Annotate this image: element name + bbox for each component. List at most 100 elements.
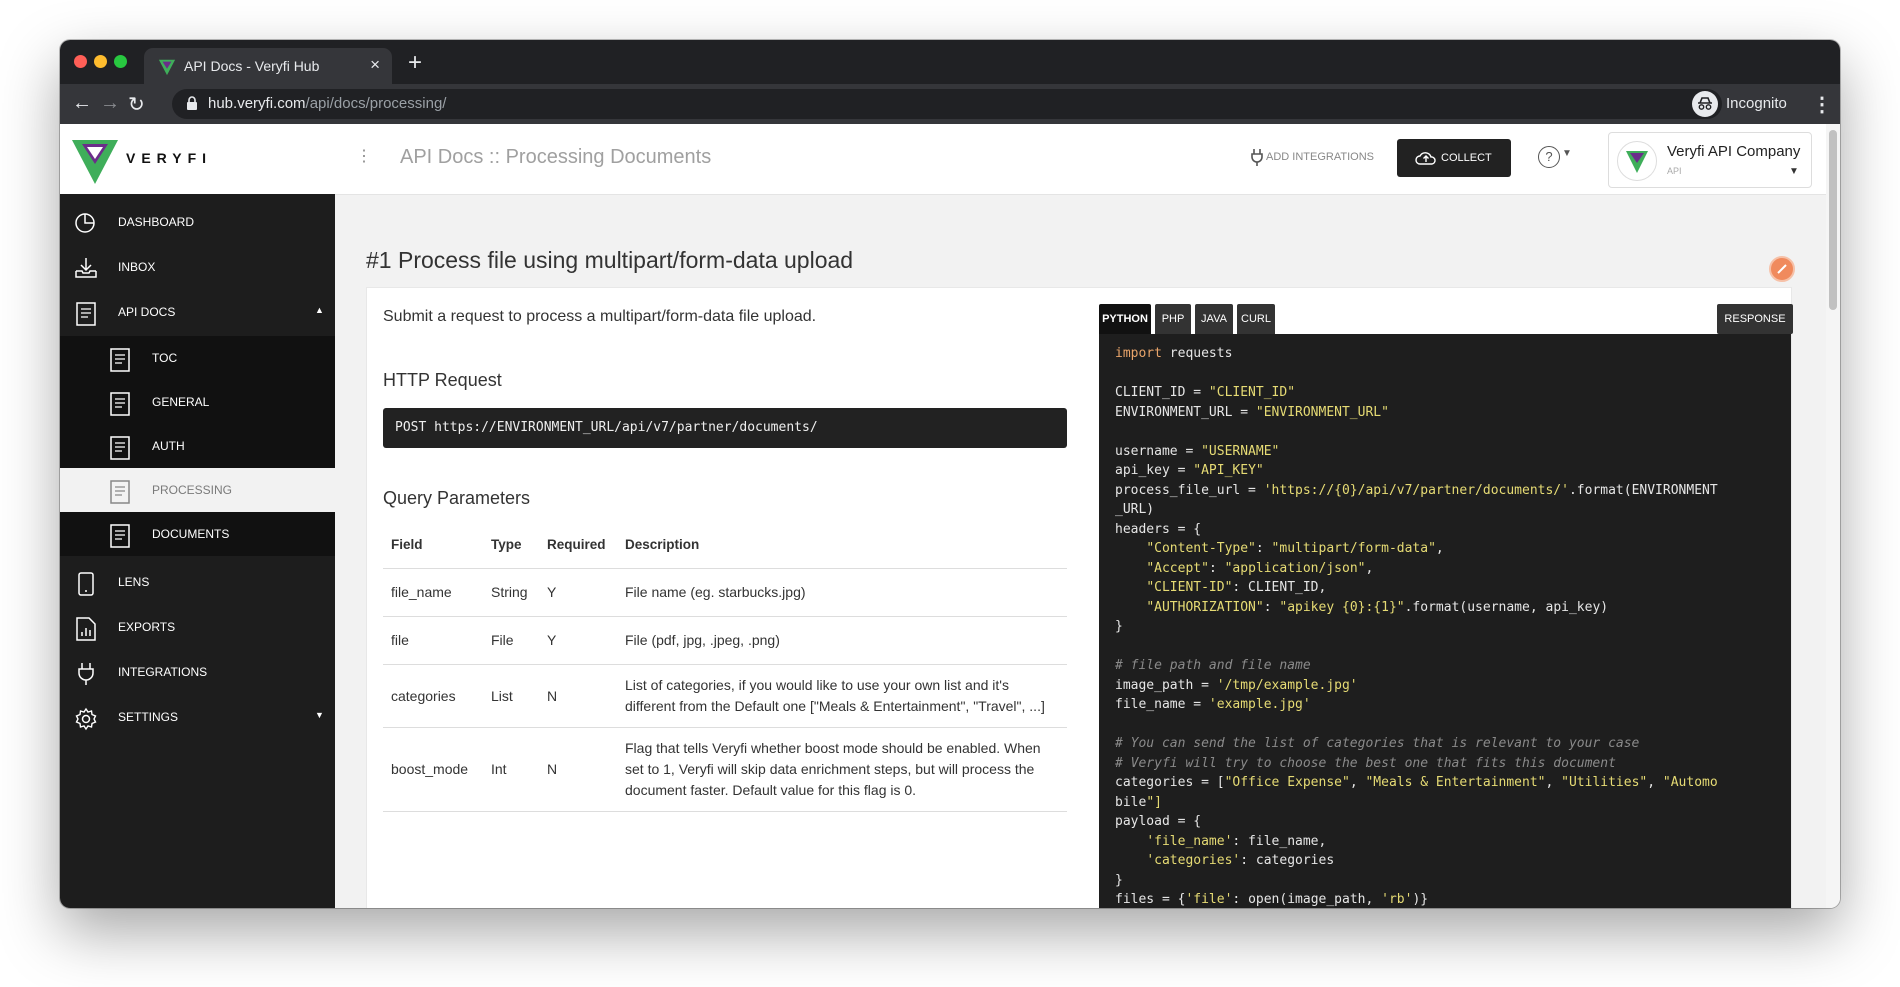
table-cell: String	[483, 568, 539, 617]
browser-window: API Docs - Veryfi Hub × + ← → ↻ hub.very…	[60, 40, 1840, 908]
query-parameters-table: Field Type Required Description file_nam…	[383, 520, 1067, 812]
sidebar-item-dashboard[interactable]: DASHBOARD	[60, 200, 335, 244]
tab-java[interactable]: JAVA	[1195, 304, 1233, 334]
app-header: VERYFI ⋮ API Docs :: Processing Document…	[60, 124, 1826, 195]
close-window-button[interactable]	[74, 55, 87, 68]
page-title: API Docs :: Processing Documents	[400, 146, 712, 168]
maximize-window-button[interactable]	[114, 55, 127, 68]
sidebar-item-integrations[interactable]: INTEGRATIONS	[60, 650, 335, 694]
section-title: #1 Process file using multipart/form-dat…	[366, 247, 854, 273]
column-header: Type	[483, 520, 539, 569]
forward-icon[interactable]: →	[100, 92, 120, 115]
chart-pie-icon	[75, 213, 95, 233]
tab-python[interactable]: PYTHON	[1099, 304, 1151, 334]
code-text: import requests CLIENT_ID = "CLIENT_ID" …	[1115, 346, 1718, 907]
browser-menu-icon[interactable]: ⋮	[1812, 92, 1832, 117]
tab-close-icon[interactable]: ×	[370, 55, 380, 75]
lock-icon	[187, 96, 197, 110]
tab-php[interactable]: PHP	[1155, 304, 1191, 334]
company-switcher[interactable]: Veryfi API Company API ▼	[1608, 132, 1812, 188]
page-scrollbar[interactable]	[1826, 124, 1840, 908]
http-request-heading: HTTP Request	[383, 370, 502, 390]
minimize-window-button[interactable]	[94, 55, 107, 68]
document-icon	[110, 436, 130, 460]
document-icon	[110, 348, 130, 372]
company-subtitle: API	[1667, 166, 1682, 176]
table-cell: File name (eg. starbucks.jpg)	[617, 568, 1067, 617]
sidebar-item-inbox[interactable]: INBOX	[60, 245, 335, 289]
browser-tab[interactable]: API Docs - Veryfi Hub ×	[144, 48, 392, 84]
veryfi-favicon-icon	[158, 59, 176, 76]
sidebar-item-api-docs[interactable]: API DOCS ▲	[60, 290, 335, 334]
sidebar: DASHBOARD INBOX API DOCS ▲ TOC GENERAL A…	[60, 194, 335, 908]
column-header: Required	[539, 520, 617, 569]
chevron-down-icon: ▼	[1789, 166, 1799, 177]
inbox-download-icon	[75, 258, 97, 278]
sidebar-item-settings[interactable]: SETTINGS ▼	[60, 695, 335, 739]
table-header-row: Field Type Required Description	[383, 520, 1067, 569]
column-header: Field	[383, 520, 483, 569]
sidebar-item-exports[interactable]: EXPORTS	[60, 605, 335, 649]
sidebar-item-lens[interactable]: LENS	[60, 560, 335, 604]
endpoint-description: Submit a request to process a multipart/…	[383, 308, 817, 325]
sidebar-item-general[interactable]: GENERAL	[60, 380, 335, 424]
url-text: hub.veryfi.com/api/docs/processing/	[208, 95, 447, 112]
document-icon	[76, 302, 96, 326]
document-icon	[110, 524, 130, 548]
sidebar-item-documents[interactable]: DOCUMENTS	[60, 512, 335, 556]
tab-curl[interactable]: CURL	[1237, 304, 1275, 334]
table-cell: file	[383, 616, 483, 665]
scrollbar-thumb[interactable]	[1829, 130, 1837, 310]
gear-icon	[75, 707, 97, 731]
table-row: categories List N List of categories, if…	[383, 664, 1067, 728]
phone-icon	[78, 572, 94, 596]
table-row: boost_mode Int N Flag that tells Veryfi …	[383, 727, 1067, 812]
collect-button[interactable]: COLLECT	[1397, 139, 1511, 177]
address-bar[interactable]: hub.veryfi.com/api/docs/processing/ ☆	[172, 89, 1722, 119]
table-cell: Flag that tells Veryfi whether boost mod…	[617, 727, 1067, 812]
back-icon[interactable]: ←	[72, 92, 92, 115]
response-button[interactable]: RESPONSE	[1717, 304, 1793, 334]
incognito-label: Incognito	[1726, 95, 1787, 112]
table-row: file File Y File (pdf, jpg, .jpeg, .png)	[383, 616, 1067, 665]
table-cell: Int	[483, 727, 539, 812]
veryfi-logo-icon[interactable]	[70, 136, 120, 186]
document-icon	[110, 392, 130, 416]
add-integrations-button[interactable]: ADD INTEGRATIONS	[1250, 148, 1374, 166]
api-doc-card: Submit a request to process a multipart/…	[366, 287, 1793, 908]
query-parameters-heading: Query Parameters	[383, 488, 531, 508]
plug-icon	[78, 663, 94, 685]
new-tab-icon[interactable]: +	[408, 49, 422, 77]
sidebar-item-auth[interactable]: AUTH	[60, 424, 335, 468]
web-page: VERYFI ⋮ API Docs :: Processing Document…	[60, 124, 1826, 908]
table-cell: N	[539, 727, 617, 812]
table-cell: boost_mode	[383, 727, 483, 812]
chevron-down-icon: ▼	[315, 710, 324, 720]
tab-title: API Docs - Veryfi Hub	[184, 58, 320, 74]
endpoint-code-block: POST https://ENVIRONMENT_URL/api/v7/part…	[383, 408, 1067, 448]
document-icon	[110, 480, 130, 504]
incognito-icon[interactable]	[1692, 91, 1718, 117]
plug-icon	[1251, 149, 1263, 166]
table-cell: File (pdf, jpg, .jpeg, .png)	[617, 616, 1067, 665]
table-cell: File	[483, 616, 539, 665]
help-icon[interactable]: ?	[1538, 146, 1560, 168]
sidebar-item-processing[interactable]: PROCESSING	[60, 468, 335, 512]
table-cell: Y	[539, 616, 617, 665]
table-row: file_name String Y File name (eg. starbu…	[383, 568, 1067, 617]
pencil-edit-icon[interactable]	[1769, 256, 1795, 282]
code-sample: import requests CLIENT_ID = "CLIENT_ID" …	[1099, 334, 1791, 908]
sidebar-item-toc[interactable]: TOC	[60, 336, 335, 380]
table-cell: N	[539, 664, 617, 728]
header-menu-icon[interactable]: ⋮	[356, 146, 372, 166]
collect-label: COLLECT	[1441, 152, 1492, 164]
logo-text: VERYFI	[126, 150, 213, 166]
cloud-upload-icon	[1415, 152, 1436, 165]
file-chart-icon	[76, 617, 96, 641]
help-caret-icon[interactable]: ▼	[1562, 148, 1572, 159]
table-cell: Y	[539, 568, 617, 617]
table-cell: List of categories, if you would like to…	[617, 664, 1067, 728]
reload-icon[interactable]: ↻	[128, 92, 145, 117]
chevron-up-icon: ▲	[315, 305, 324, 315]
column-header: Description	[617, 520, 1067, 569]
